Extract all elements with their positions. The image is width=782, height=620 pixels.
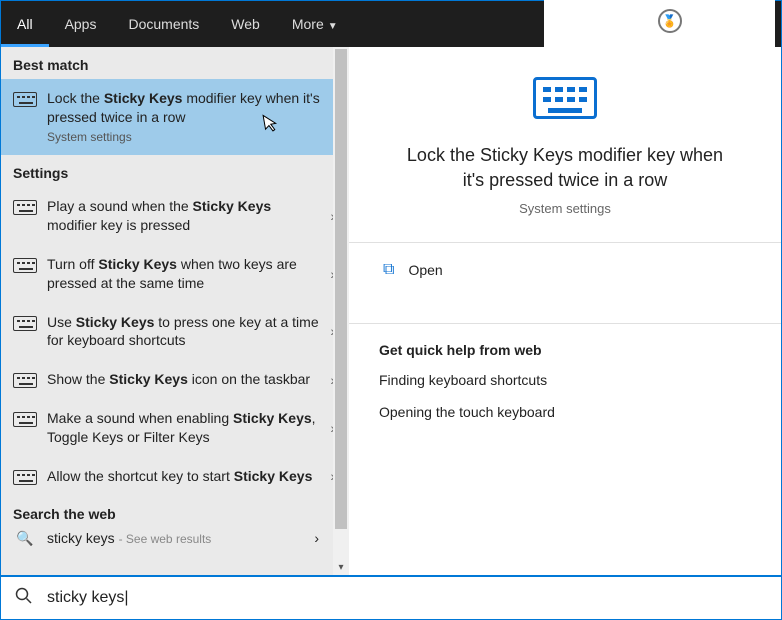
web-result-text: sticky keys: [47, 530, 115, 546]
chevron-right-icon: ›: [314, 530, 319, 546]
top-tabs: AllAppsDocumentsWebMore▼: [1, 1, 354, 47]
search-results-panel: Best match Lock the Sticky Keys modifier…: [1, 47, 349, 575]
web-result[interactable]: 🔍 sticky keys - See web results ›: [1, 528, 349, 551]
search-input[interactable]: [47, 589, 767, 607]
keyboard-icon: [13, 92, 37, 107]
help-link[interactable]: Opening the touch keyboard: [379, 404, 555, 420]
result-title: Allow the shortcut key to start Sticky K…: [47, 467, 321, 486]
keyboard-icon: [533, 77, 597, 119]
result-title: Use Sticky Keys to press one key at a ti…: [47, 313, 321, 351]
tab-more[interactable]: More▼: [276, 1, 354, 47]
search-icon: 🔍: [13, 530, 37, 547]
result-title: Play a sound when the Sticky Keys modifi…: [47, 197, 321, 235]
help-link[interactable]: Finding keyboard shortcuts: [379, 372, 555, 388]
open-icon: ⧉: [383, 261, 394, 279]
tab-all[interactable]: All: [1, 1, 49, 47]
keyboard-icon: [13, 373, 37, 388]
settings-result[interactable]: Use Sticky Keys to press one key at a ti…: [1, 303, 349, 361]
scrollbar[interactable]: ▾: [333, 47, 349, 575]
tab-documents[interactable]: Documents: [112, 1, 215, 47]
tab-apps[interactable]: Apps: [49, 1, 113, 47]
settings-result[interactable]: Turn off Sticky Keys when two keys are p…: [1, 245, 349, 303]
result-title: Show the Sticky Keys icon on the taskbar: [47, 370, 321, 389]
rewards-badge-icon[interactable]: 🏅: [658, 9, 682, 33]
result-title: Turn off Sticky Keys when two keys are p…: [47, 255, 321, 293]
settings-results-list: Play a sound when the Sticky Keys modifi…: [1, 187, 349, 496]
keyboard-icon: [13, 470, 37, 485]
scroll-down-icon[interactable]: ▾: [333, 559, 349, 575]
tab-web[interactable]: Web: [215, 1, 276, 47]
best-match-subtitle: System settings: [47, 129, 321, 145]
best-match-title: Lock the Sticky Keys modifier key when i…: [47, 89, 321, 127]
scrollbar-thumb[interactable]: [335, 49, 347, 529]
top-tab-bar: AllAppsDocumentsWebMore▼ 0 🏅 👤 •••: [1, 1, 781, 47]
keyboard-icon: [13, 200, 37, 215]
detail-title: Lock the Sticky Keys modifier key when i…: [395, 143, 735, 193]
search-icon: [15, 587, 33, 610]
web-result-suffix: - See web results: [119, 532, 212, 546]
settings-result[interactable]: Allow the shortcut key to start Sticky K…: [1, 457, 349, 496]
settings-result[interactable]: Show the Sticky Keys icon on the taskbar…: [1, 360, 349, 399]
result-title: Make a sound when enabling Sticky Keys, …: [47, 409, 321, 447]
best-match-header: Best match: [1, 47, 349, 79]
settings-header: Settings: [1, 155, 349, 187]
search-bar: [1, 575, 781, 619]
help-links: Finding keyboard shortcuts Opening the to…: [379, 372, 555, 436]
search-web-header: Search the web: [1, 496, 349, 528]
detail-panel: Lock the Sticky Keys modifier key when i…: [349, 47, 781, 575]
open-label: Open: [408, 262, 442, 278]
chevron-down-icon: ▼: [328, 21, 338, 32]
help-header: Get quick help from web: [379, 342, 542, 358]
keyboard-icon: [13, 316, 37, 331]
best-match-result[interactable]: Lock the Sticky Keys modifier key when i…: [1, 79, 349, 155]
keyboard-icon: [13, 412, 37, 427]
settings-result[interactable]: Play a sound when the Sticky Keys modifi…: [1, 187, 349, 245]
settings-result[interactable]: Make a sound when enabling Sticky Keys, …: [1, 399, 349, 457]
keyboard-icon: [13, 258, 37, 273]
detail-subtitle: System settings: [519, 201, 611, 216]
open-action[interactable]: ⧉ Open: [379, 243, 751, 297]
